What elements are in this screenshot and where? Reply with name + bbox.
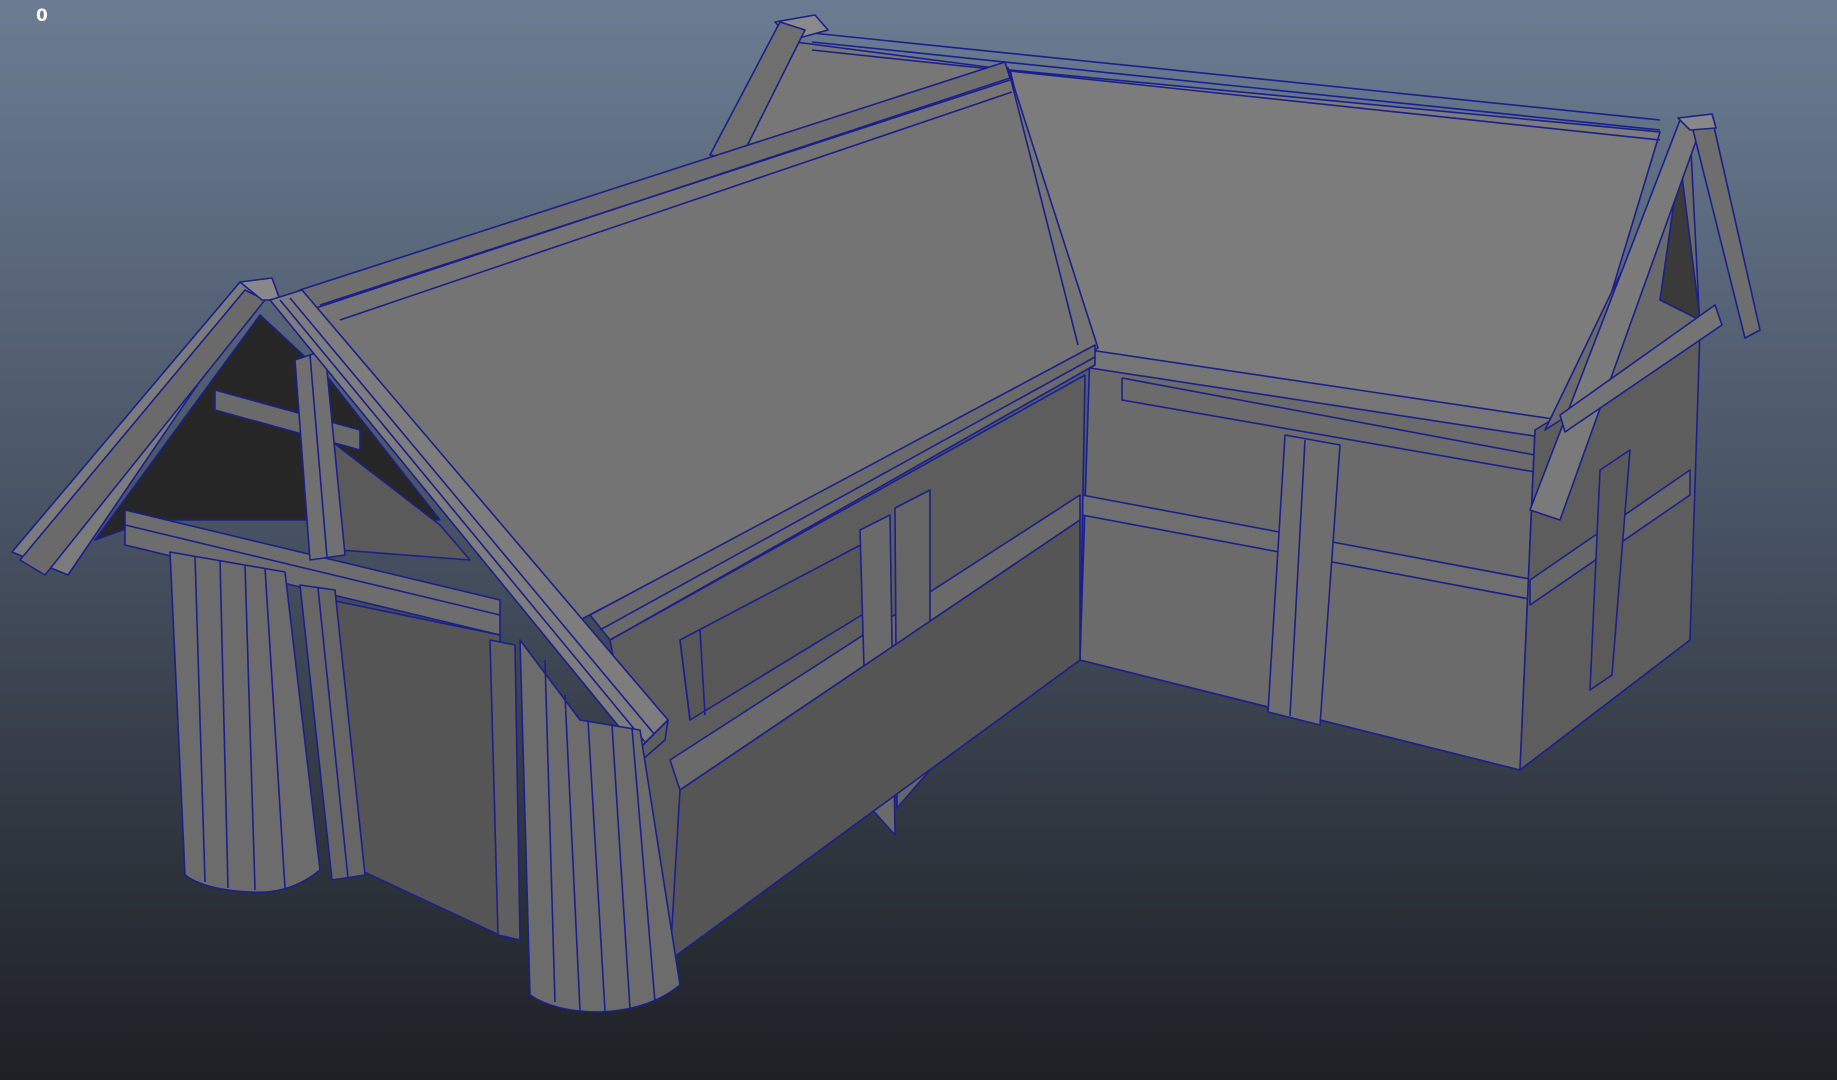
frame-counter: 0 [36, 6, 48, 26]
3d-viewport[interactable]: 0 [0, 0, 1837, 1080]
viewport-canvas[interactable] [0, 0, 1837, 1080]
